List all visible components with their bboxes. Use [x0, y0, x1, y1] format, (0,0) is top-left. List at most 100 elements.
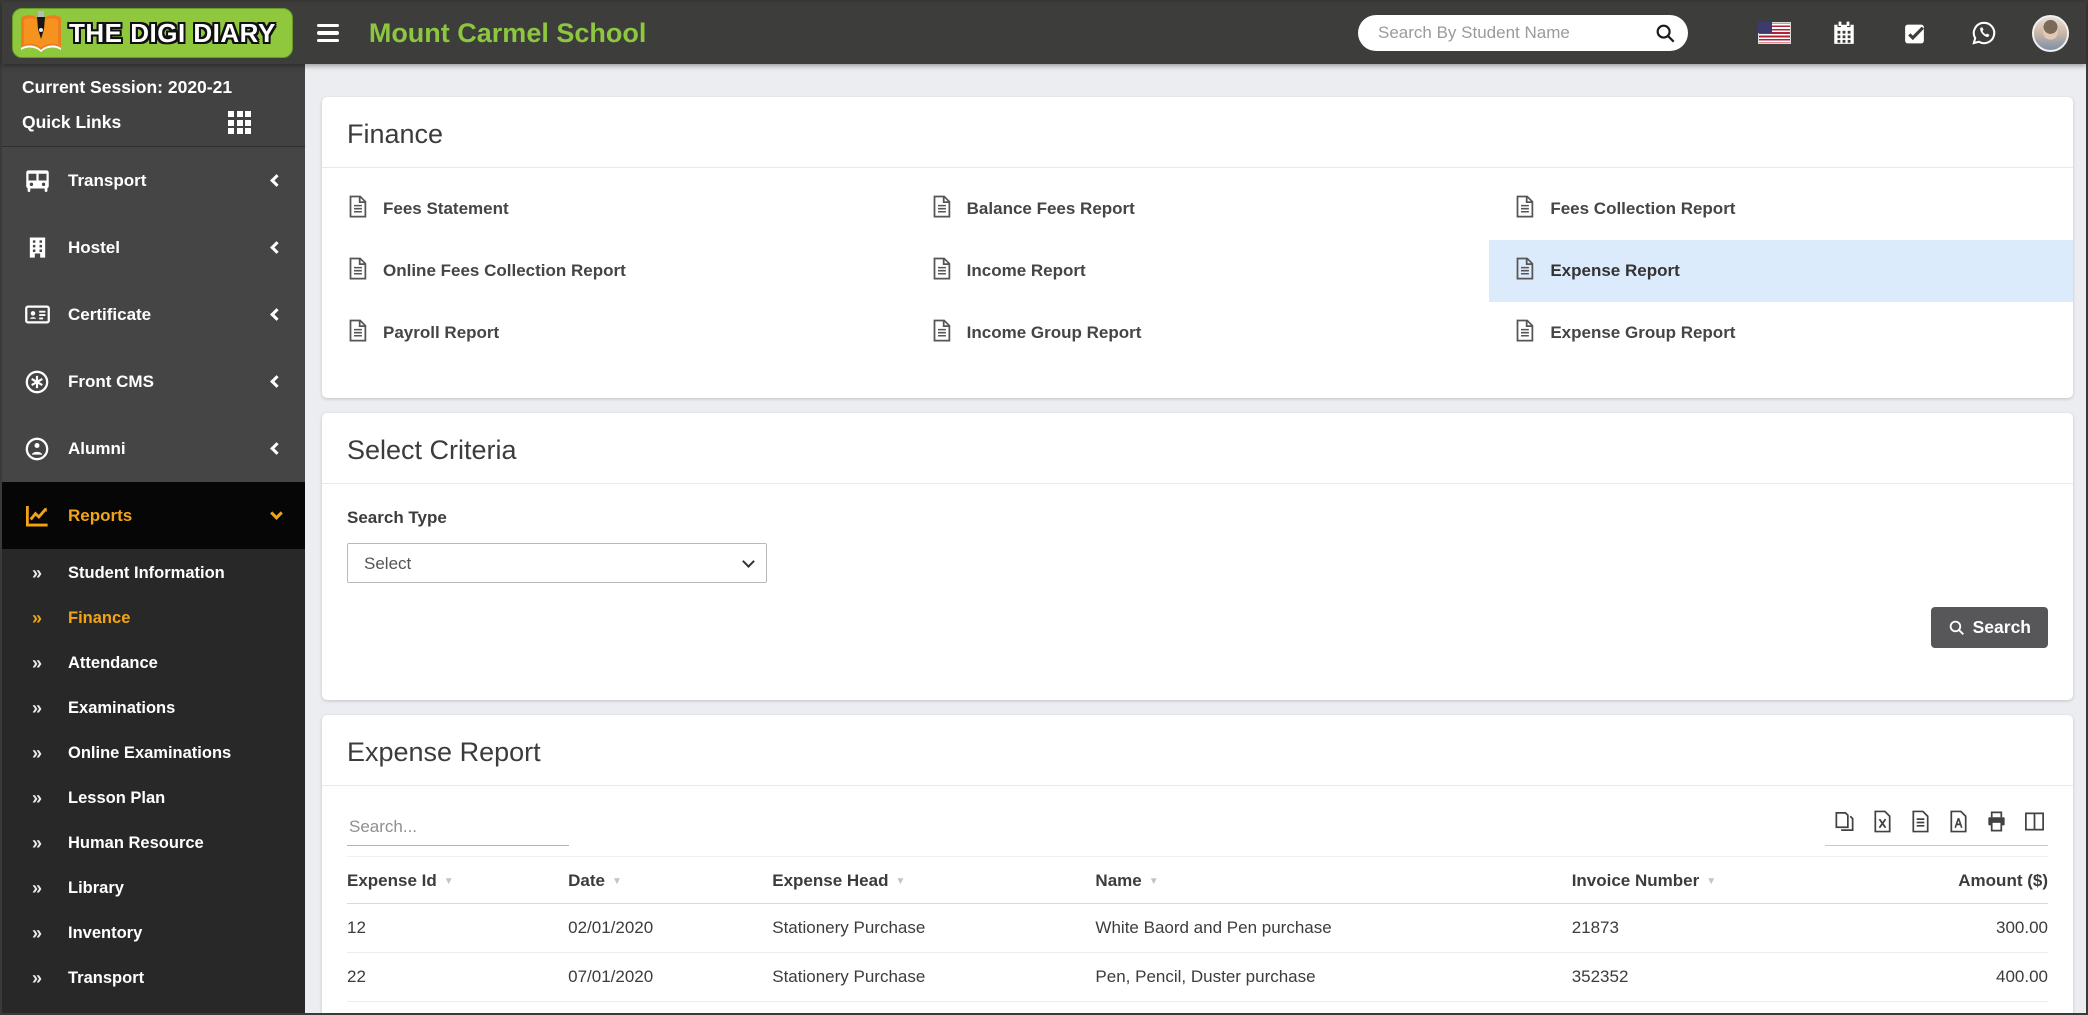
- finance-panel-title: Finance: [347, 119, 444, 149]
- chevron-left-icon: [270, 442, 283, 455]
- sidebar-item-reports[interactable]: Reports: [2, 482, 305, 549]
- quick-links-grid-icon[interactable]: [228, 111, 251, 134]
- sidebar-item-transport[interactable]: Transport: [2, 147, 305, 214]
- building-icon: [22, 236, 52, 259]
- table-row[interactable]: 12 02/01/2020 Stationery Purchase White …: [347, 903, 2048, 953]
- chevron-down-icon: [270, 507, 283, 520]
- col-expense-head[interactable]: Expense Head ▼: [772, 856, 1096, 904]
- link-fees-statement[interactable]: Fees Statement: [322, 178, 906, 240]
- quick-links-label: Quick Links: [22, 112, 122, 132]
- finance-links-grid: Fees Statement Balance Fees Report Fees …: [322, 168, 2073, 398]
- submenu-item-transport[interactable]: » Transport: [2, 956, 305, 1001]
- user-avatar[interactable]: [2028, 14, 2072, 52]
- sort-icon: ▼: [895, 876, 906, 887]
- link-income-report[interactable]: Income Report: [906, 240, 1490, 302]
- document-icon: [931, 257, 952, 285]
- sort-icon: ▼: [611, 876, 622, 887]
- link-fees-collection-report[interactable]: Fees Collection Report: [1489, 178, 2073, 240]
- search-type-select[interactable]: Select: [347, 543, 767, 583]
- link-online-fees-collection-report[interactable]: Online Fees Collection Report: [322, 240, 906, 302]
- language-flag-icon[interactable]: [1752, 22, 1796, 44]
- document-icon: [347, 257, 368, 285]
- csv-icon[interactable]: [1909, 810, 1932, 833]
- col-invoice-number[interactable]: Invoice Number ▼: [1571, 856, 1844, 904]
- sidebar-item-front-cms[interactable]: Front CMS: [2, 348, 305, 415]
- col-amount[interactable]: Amount ($): [1843, 856, 2048, 904]
- sort-icon: ▼: [1706, 876, 1717, 887]
- submenu-item-student-information[interactable]: » Student Information: [2, 551, 305, 596]
- double-chevron-icon: »: [32, 608, 43, 628]
- double-chevron-icon: »: [32, 923, 43, 943]
- chevron-left-icon: [270, 308, 283, 321]
- pdf-icon[interactable]: [1947, 810, 1970, 833]
- export-toolbar: [1825, 810, 2048, 846]
- sidebar-main-menu: Transport Hostel Certificate Front CMS A…: [2, 147, 305, 549]
- print-icon[interactable]: [1985, 810, 2008, 833]
- hamburger-menu-icon[interactable]: [316, 23, 339, 43]
- link-income-group-report[interactable]: Income Group Report: [906, 302, 1490, 364]
- task-check-icon[interactable]: [1892, 21, 1936, 46]
- submenu-item-examinations[interactable]: » Examinations: [2, 686, 305, 731]
- whatsapp-icon[interactable]: [1962, 20, 2006, 46]
- excel-icon[interactable]: [1871, 810, 1894, 833]
- select-criteria-panel: Select Criteria Search Type Select Searc…: [322, 413, 2073, 700]
- session-block: Current Session: 2020-21 Quick Links: [2, 64, 305, 147]
- sidebar-item-hostel[interactable]: Hostel: [2, 214, 305, 281]
- finance-panel: Finance Fees Statement Balance Fees Repo…: [322, 97, 2073, 398]
- document-icon: [347, 195, 368, 223]
- search-icon: [1948, 619, 1965, 636]
- table-search-input[interactable]: [347, 811, 569, 846]
- app-logo[interactable]: THE DIGI DIARY: [12, 8, 293, 58]
- sidebar-item-alumni[interactable]: Alumni: [2, 415, 305, 482]
- submenu-item-finance[interactable]: » Finance: [2, 596, 305, 641]
- search-type-label: Search Type: [347, 508, 447, 527]
- table-row[interactable]: 8 01/01/2020 Electricity Bill State elec…: [347, 1001, 2048, 1013]
- table-row[interactable]: 22 07/01/2020 Stationery Purchase Pen, P…: [347, 952, 2048, 1002]
- double-chevron-icon: »: [32, 698, 43, 718]
- document-icon: [931, 319, 952, 347]
- double-chevron-icon: »: [32, 878, 43, 898]
- calendar-icon[interactable]: [1822, 20, 1866, 46]
- document-icon: [1514, 195, 1535, 223]
- expense-table: Expense Id ▼ Date ▼ Expense Head ▼ Name ▼ In…: [347, 856, 2048, 1013]
- submenu-item-human-resource[interactable]: » Human Resource: [2, 821, 305, 866]
- table-header-row: Expense Id ▼ Date ▼ Expense Head ▼ Name ▼ In…: [347, 856, 2048, 904]
- columns-icon[interactable]: [2023, 810, 2046, 833]
- bus-icon: [22, 167, 52, 194]
- double-chevron-icon: »: [32, 968, 43, 988]
- student-search-input[interactable]: [1378, 23, 1654, 43]
- submenu-item-inventory[interactable]: » Inventory: [2, 911, 305, 956]
- copy-icon[interactable]: [1833, 810, 1856, 833]
- submenu-item-attendance[interactable]: » Attendance: [2, 641, 305, 686]
- col-expense-id[interactable]: Expense Id ▼: [347, 856, 569, 904]
- search-icon[interactable]: [1654, 22, 1676, 44]
- sort-icon: ▼: [1148, 876, 1159, 887]
- link-payroll-report[interactable]: Payroll Report: [322, 302, 906, 364]
- search-button[interactable]: Search: [1930, 607, 2048, 648]
- col-date[interactable]: Date ▼: [568, 856, 773, 904]
- expense-report-panel: Expense Report Search... Expense Id ▼ Da…: [322, 715, 2073, 1013]
- double-chevron-icon: »: [32, 743, 43, 763]
- link-balance-fees-report[interactable]: Balance Fees Report: [906, 178, 1490, 240]
- document-icon: [347, 319, 368, 347]
- expense-report-title: Expense Report: [347, 737, 541, 767]
- student-search-box: [1358, 15, 1688, 51]
- sidebar-item-certificate[interactable]: Certificate: [2, 281, 305, 348]
- top-header: THE DIGI DIARY Mount Carmel School: [2, 2, 2086, 64]
- submenu-item-online-examinations[interactable]: » Online Examinations: [2, 731, 305, 776]
- chevron-left-icon: [270, 174, 283, 187]
- double-chevron-icon: »: [32, 788, 43, 808]
- chevron-left-icon: [270, 375, 283, 388]
- document-icon: [1514, 319, 1535, 347]
- document-icon: [1514, 257, 1535, 285]
- submenu-item-library[interactable]: » Library: [2, 866, 305, 911]
- link-expense-report[interactable]: Expense Report: [1489, 240, 2073, 302]
- submenu-item-lesson-plan[interactable]: » Lesson Plan: [2, 776, 305, 821]
- front-cms-icon: [22, 369, 52, 395]
- link-expense-group-report[interactable]: Expense Group Report: [1489, 302, 2073, 364]
- sidebar: Current Session: 2020-21 Quick Links Tra…: [2, 64, 305, 1013]
- document-icon: [931, 195, 952, 223]
- book-pen-logo-icon: [17, 9, 65, 57]
- col-name[interactable]: Name ▼: [1095, 856, 1572, 904]
- chevron-left-icon: [270, 241, 283, 254]
